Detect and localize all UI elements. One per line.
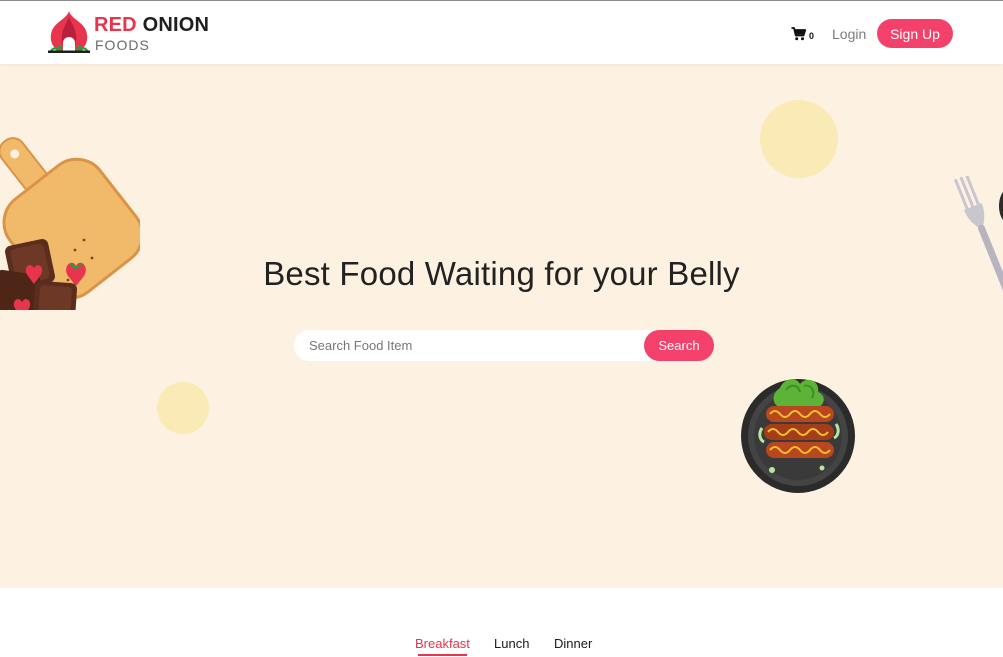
tab-dinner[interactable]: Dinner (554, 636, 592, 651)
brand-name-dark: ONION (142, 14, 210, 36)
cart-button[interactable]: 0 (791, 25, 814, 43)
brand-subtitle: FOODS (95, 37, 150, 53)
tab-lunch[interactable]: Lunch (494, 636, 529, 651)
meal-tabs: Breakfast Lunch Dinner (0, 636, 1003, 657)
brand-logo[interactable]: RED ONION FOODS (48, 9, 209, 55)
shopping-cart-icon (791, 27, 806, 41)
brand-name: RED ONION (94, 14, 209, 37)
search-button[interactable]: Search (644, 330, 714, 361)
food-search-bar: Search (294, 330, 714, 361)
tab-breakfast[interactable]: Breakfast (415, 636, 470, 656)
hero-title: Best Food Waiting for your Belly (263, 255, 740, 292)
cart-count-badge: 0 (809, 30, 815, 41)
onion-logo-icon (48, 11, 90, 53)
login-link[interactable]: Login (832, 26, 866, 42)
decorative-circle-left (157, 382, 209, 434)
brand-name-red: RED (94, 14, 137, 36)
decorative-circle-top (760, 100, 838, 178)
sign-up-button[interactable]: Sign Up (877, 19, 953, 48)
hero-banner: Best Food Waiting for your Belly Search (0, 64, 1003, 588)
site-header: RED ONION FOODS 0 Login Sign Up (0, 0, 1003, 64)
sausage-plate-illustration (741, 379, 855, 493)
